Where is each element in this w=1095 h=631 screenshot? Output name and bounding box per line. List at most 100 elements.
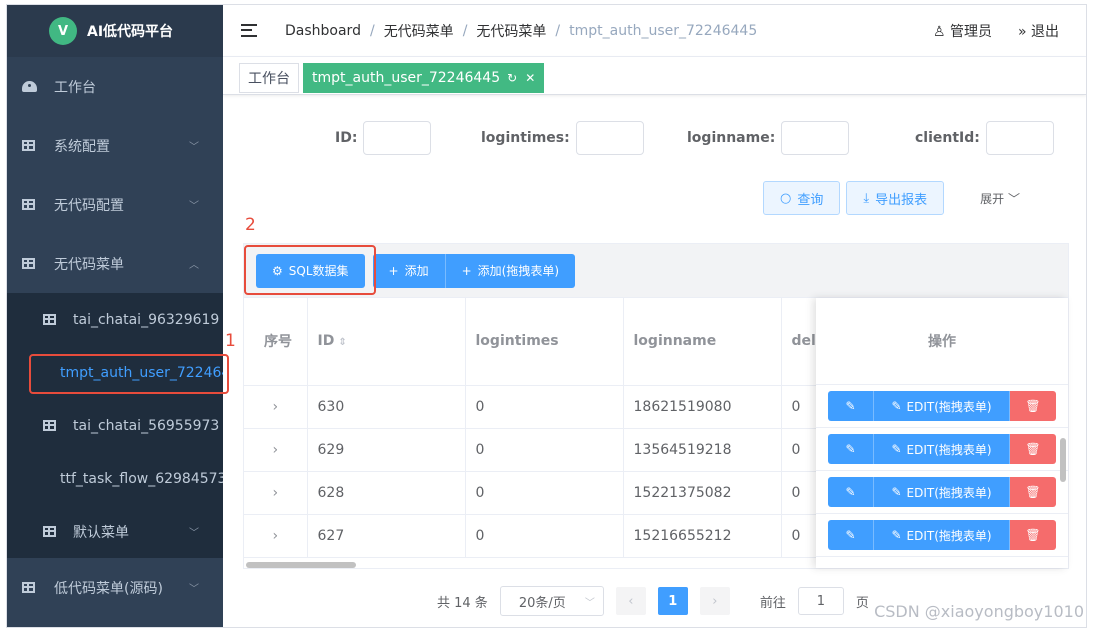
- table-icon: [43, 314, 56, 325]
- edit-drag-label: EDIT(拖拽表单): [906, 528, 992, 543]
- nav-right: ♙ 管理员 » 退出: [933, 21, 1059, 41]
- table-icon: [43, 526, 56, 537]
- add-drag-form-button[interactable]: + 添加(拖拽表单): [445, 253, 576, 288]
- trash-icon: 🗑: [1025, 399, 1041, 413]
- goto-suffix: 页: [855, 595, 869, 611]
- user-menu[interactable]: ♙ 管理员: [933, 21, 992, 41]
- goto-page-input[interactable]: 1: [797, 587, 844, 615]
- delete-button[interactable]: 🗑: [1010, 477, 1056, 507]
- logintimes-input[interactable]: [575, 121, 644, 155]
- sort-icon[interactable]: ⇕: [338, 337, 346, 348]
- column-header-loginname: loginname: [623, 298, 782, 386]
- expand-row-icon[interactable]: ›: [244, 428, 308, 472]
- submenu-item-tai-chatai-96329619[interactable]: tai_chatai_96329619: [7, 293, 223, 346]
- expand-row-icon[interactable]: ›: [244, 385, 308, 429]
- expand-row-icon[interactable]: ›: [244, 514, 308, 558]
- close-icon[interactable]: ✕: [525, 71, 535, 85]
- logout-label: 退出: [1031, 24, 1059, 40]
- edit-icon: ✎: [845, 528, 856, 542]
- chevron-down-icon: ﹀: [189, 528, 199, 539]
- expand-row-icon[interactable]: ›: [244, 471, 308, 515]
- cell-logintimes: 0: [465, 514, 624, 558]
- column-header-logintimes: logintimes: [465, 298, 624, 386]
- cell-id: 628: [307, 471, 466, 515]
- edit-drag-form-button[interactable]: ✎ EDIT(拖拽表单): [874, 477, 1010, 507]
- table-icon: [22, 258, 35, 269]
- edit-button[interactable]: ✎: [828, 520, 874, 550]
- tag-current[interactable]: tmpt_auth_user_72246445 ↻ ✕: [303, 63, 545, 93]
- chevron-down-icon: ﹀: [189, 201, 199, 212]
- sidebar-item-workbench[interactable]: 工作台: [7, 57, 223, 116]
- watermark: CSDN @xiaoyongboy1010: [874, 602, 1084, 621]
- vue-logo-icon: V: [49, 17, 77, 45]
- next-page-button[interactable]: ›: [699, 587, 730, 615]
- page-size-select[interactable]: 20条/页 ﹀: [499, 586, 604, 616]
- breadcrumb-nocode-menu[interactable]: 无代码菜单: [384, 21, 454, 41]
- horizontal-scrollbar[interactable]: [246, 562, 356, 568]
- cell-delete: 0: [781, 428, 817, 472]
- edit-icon: ✎: [891, 485, 902, 499]
- vertical-scrollbar[interactable]: [1060, 438, 1066, 482]
- cell-logintimes: 0: [465, 385, 624, 429]
- sidebar-item-nocode-menu[interactable]: 无代码菜单 ︿: [7, 234, 223, 293]
- delete-button[interactable]: 🗑: [1010, 391, 1056, 421]
- add-button[interactable]: + 添加: [372, 253, 446, 288]
- highlight-box-menu: [29, 354, 229, 394]
- field-label: loginname: [687, 130, 770, 146]
- table-row: › 628 0 15221375082 0: [244, 471, 817, 515]
- app-frame: V AI低代码平台 工作台 系统配置 ﹀ 无代码配置 ﹀ 无代码菜单 ︿ tai…: [6, 4, 1087, 628]
- chevron-down-icon: ﹀: [1004, 191, 1020, 206]
- id-input[interactable]: [363, 121, 432, 155]
- search-field-id: ID:: [335, 121, 432, 155]
- export-button[interactable]: ⤓ 导出报表: [846, 181, 945, 215]
- edit-drag-form-button[interactable]: ✎ EDIT(拖拽表单): [874, 391, 1010, 421]
- main-panel: Dashboard / 无代码菜单 / 无代码菜单 / tmpt_auth_us…: [223, 5, 1086, 627]
- tag-home[interactable]: 工作台: [239, 63, 299, 93]
- delete-button[interactable]: 🗑: [1010, 434, 1056, 464]
- chevron-down-icon: ﹀: [189, 142, 199, 153]
- submenu-item-label: 默认菜单: [73, 524, 129, 541]
- edit-button[interactable]: ✎: [828, 434, 874, 464]
- operations-row: ✎ ✎ EDIT(拖拽表单) 🗑: [816, 385, 1068, 428]
- edit-button[interactable]: ✎: [828, 391, 874, 421]
- submenu-item-ttf-task-flow[interactable]: ttf_task_flow_62984573: [7, 452, 223, 505]
- edit-icon: ✎: [845, 399, 856, 413]
- logout-button[interactable]: » 退出: [1018, 21, 1059, 41]
- column-header-label: ID: [317, 333, 335, 350]
- table-row: › 629 0 13564519218 0: [244, 428, 817, 472]
- edit-drag-form-button[interactable]: ✎ EDIT(拖拽表单): [874, 434, 1010, 464]
- query-button[interactable]: ○ 查询: [763, 181, 841, 215]
- column-header-index: 序号: [244, 298, 308, 386]
- delete-button[interactable]: 🗑: [1010, 520, 1056, 550]
- sidebar-item-label: 工作台: [54, 79, 96, 96]
- cell-loginname: 15221375082: [623, 471, 782, 515]
- field-label: logintimes: [481, 130, 565, 146]
- breadcrumb-nocode-menu-2[interactable]: 无代码菜单: [476, 21, 546, 41]
- expand-toggle[interactable]: 展开 ﹀: [980, 190, 1020, 207]
- hamburger-icon[interactable]: [241, 24, 257, 37]
- user-name: 管理员: [949, 24, 992, 40]
- submenu-item-default-menu[interactable]: 默认菜单 ﹀: [7, 505, 223, 558]
- breadcrumb-dashboard[interactable]: Dashboard: [285, 23, 361, 39]
- nocode-submenu: tai_chatai_96329619 tmpt_auth_user_72246…: [7, 293, 223, 558]
- trash-icon: 🗑: [1025, 442, 1041, 456]
- edit-button[interactable]: ✎: [828, 477, 874, 507]
- sidebar-item-lowcode-source[interactable]: 低代码菜单(源码) ﹀: [7, 558, 223, 617]
- table-icon: [22, 140, 35, 151]
- trash-icon: 🗑: [1025, 528, 1041, 542]
- submenu-item-tai-chatai-56955973[interactable]: tai_chatai_56955973: [7, 399, 223, 452]
- table-row: › 627 0 15216655212 0: [244, 514, 817, 558]
- chevron-right-icon: ›: [712, 593, 718, 609]
- loginname-input[interactable]: [781, 121, 850, 155]
- chevron-left-icon: ‹: [628, 593, 634, 609]
- sidebar-item-nocode-config[interactable]: 无代码配置 ﹀: [7, 175, 223, 234]
- logo[interactable]: V AI低代码平台: [7, 5, 223, 57]
- sidebar-item-label: 系统配置: [54, 138, 110, 155]
- edit-drag-form-button[interactable]: ✎ EDIT(拖拽表单): [874, 520, 1010, 550]
- prev-page-button[interactable]: ‹: [615, 587, 646, 615]
- refresh-icon[interactable]: ↻: [507, 71, 517, 85]
- clientid-input[interactable]: [985, 121, 1054, 155]
- column-header-id[interactable]: ID ⇕: [307, 298, 466, 386]
- sidebar-item-system-config[interactable]: 系统配置 ﹀: [7, 116, 223, 175]
- page-number-button[interactable]: 1: [657, 587, 688, 615]
